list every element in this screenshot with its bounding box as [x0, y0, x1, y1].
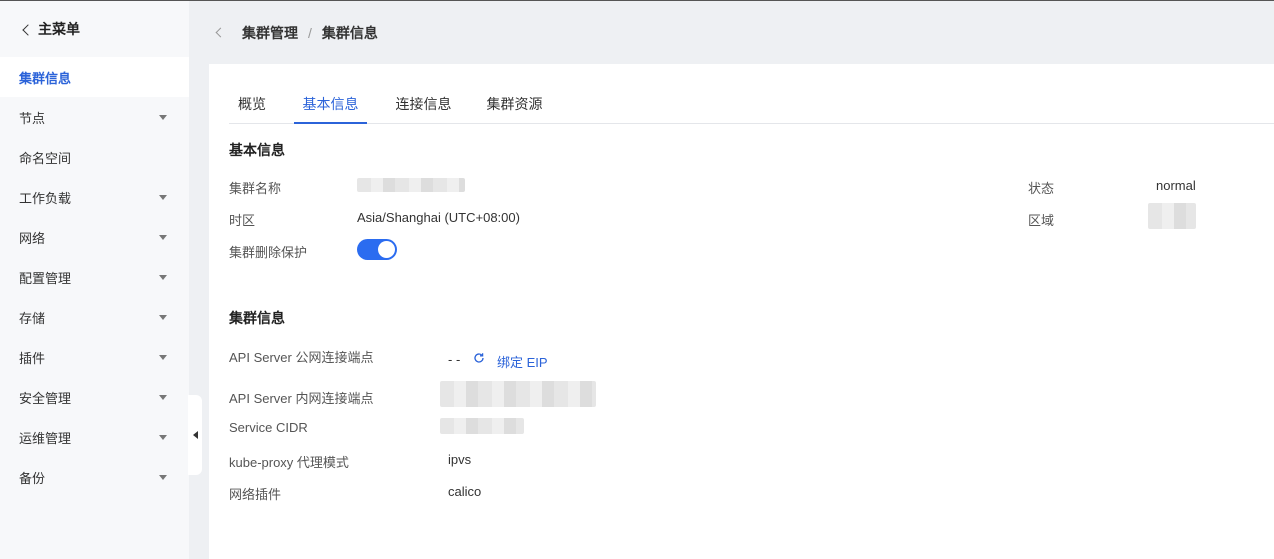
sidebar-item-workloads[interactable]: 工作负载	[0, 177, 189, 217]
sidebar-item-label: 备份	[19, 470, 46, 486]
sidebar-item-cluster-info[interactable]: 集群信息	[0, 57, 189, 97]
refresh-icon[interactable]	[473, 352, 485, 364]
network-plugin-value: calico	[448, 484, 482, 499]
sidebar-item-backup[interactable]: 备份	[0, 457, 189, 497]
sidebar: 主菜单 集群信息 节点 命名空间 工作负载 网络 配置管理 存储 插件 安全管理…	[0, 1, 189, 559]
kube-proxy-label: kube-proxy 代理模式	[229, 455, 349, 470]
sidebar-item-config[interactable]: 配置管理	[0, 257, 189, 297]
breadcrumb-separator: /	[308, 24, 312, 41]
section-title-basic-info: 基本信息	[229, 142, 285, 158]
caret-down-icon	[159, 475, 167, 480]
back-to-main-menu[interactable]: 主菜单	[0, 1, 189, 57]
section-title-cluster-info: 集群信息	[229, 310, 285, 326]
private-endpoint-label: API Server 内网连接端点	[229, 391, 374, 406]
caret-down-icon	[159, 435, 167, 440]
private-endpoint-redacted	[440, 381, 596, 407]
sidebar-item-label: 集群信息	[19, 70, 72, 86]
caret-down-icon	[159, 235, 167, 240]
network-plugin-label: 网络插件	[229, 487, 282, 502]
tab-cluster-resources[interactable]: 集群资源	[486, 90, 543, 124]
region-label: 区域	[1028, 213, 1055, 228]
caret-down-icon	[159, 275, 167, 280]
status-label: 状态	[1028, 181, 1055, 196]
timezone-value: Asia/Shanghai (UTC+08:00)	[357, 210, 520, 225]
sidebar-item-label: 工作负载	[19, 190, 72, 206]
back-arrow-icon[interactable]	[215, 27, 226, 38]
sidebar-item-label: 配置管理	[19, 270, 72, 286]
sidebar-item-storage[interactable]: 存储	[0, 297, 189, 337]
timezone-label: 时区	[229, 213, 256, 228]
sidebar-item-label: 网络	[19, 230, 46, 246]
sidebar-item-namespaces[interactable]: 命名空间	[0, 137, 189, 177]
sidebar-item-nodes[interactable]: 节点	[0, 97, 189, 137]
service-cidr-label: Service CIDR	[229, 420, 308, 435]
caret-down-icon	[159, 195, 167, 200]
tab-overview[interactable]: 概览	[237, 90, 267, 124]
region-redacted	[1148, 203, 1196, 229]
cluster-name-redacted	[357, 178, 465, 192]
sidebar-collapse-handle[interactable]	[188, 395, 202, 475]
delete-protection-label: 集群删除保护	[229, 245, 308, 260]
caret-down-icon	[159, 115, 167, 120]
sidebar-item-network[interactable]: 网络	[0, 217, 189, 257]
breadcrumb: 集群管理 / 集群信息	[189, 1, 1274, 64]
sidebar-item-label: 存储	[19, 310, 46, 326]
breadcrumb-current: 集群信息	[321, 24, 378, 41]
public-endpoint-label: API Server 公网连接端点	[229, 350, 374, 365]
breadcrumb-parent[interactable]: 集群管理	[242, 23, 298, 43]
sidebar-item-plugins[interactable]: 插件	[0, 337, 189, 377]
cluster-name-label: 集群名称	[229, 181, 282, 196]
back-label: 主菜单	[38, 21, 80, 37]
bind-eip-link[interactable]: 绑定 EIP	[497, 352, 548, 371]
status-value: normal	[1156, 178, 1196, 193]
service-cidr-redacted	[440, 418, 524, 434]
collapse-left-icon	[192, 431, 198, 439]
sidebar-item-ops[interactable]: 运维管理	[0, 417, 189, 457]
chevron-left-icon	[22, 23, 34, 36]
delete-protection-toggle[interactable]	[357, 239, 397, 260]
caret-down-icon	[159, 315, 167, 320]
sidebar-item-label: 插件	[19, 350, 46, 366]
sidebar-item-security[interactable]: 安全管理	[0, 377, 189, 417]
sidebar-item-label: 安全管理	[19, 390, 72, 406]
sidebar-item-label: 节点	[19, 110, 46, 126]
content-panel: 概览 基本信息 连接信息 集群资源 基本信息 集群名称 状态 normal 时区…	[209, 64, 1274, 559]
sidebar-item-label: 运维管理	[19, 430, 72, 446]
tab-connection-info[interactable]: 连接信息	[395, 90, 452, 124]
tab-basic-info[interactable]: 基本信息	[294, 90, 367, 124]
caret-down-icon	[159, 355, 167, 360]
kube-proxy-value: ipvs	[448, 452, 472, 467]
sidebar-item-label: 命名空间	[19, 150, 72, 166]
toggle-knob	[378, 241, 395, 258]
caret-down-icon	[159, 395, 167, 400]
public-endpoint-value: - -	[448, 352, 461, 367]
tab-bar: 概览 基本信息 连接信息 集群资源	[229, 90, 1274, 124]
